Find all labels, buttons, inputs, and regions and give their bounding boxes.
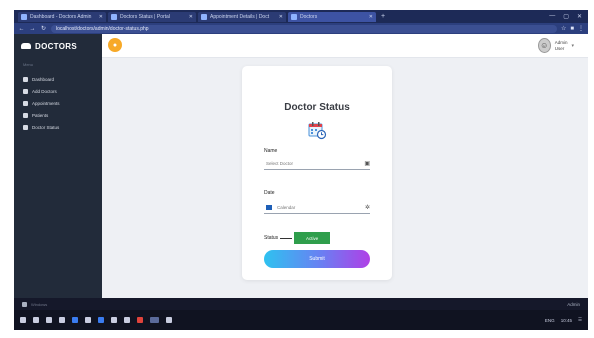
menu-caption: Menu — [23, 62, 34, 67]
tab-title: Doctors — [300, 13, 318, 20]
status-icon — [23, 124, 28, 130]
footer-left: Windows — [22, 301, 48, 307]
sidebar: DOCTORS Menu Dashboard Add Doctors Appoi… — [14, 34, 102, 298]
avatar: ☺ — [537, 38, 551, 53]
maximize-button[interactable]: ▢ — [563, 13, 569, 20]
extensions-icon[interactable]: ■ — [570, 26, 574, 32]
browser-tab-active[interactable]: Doctors ✕ — [288, 11, 376, 22]
forward-icon[interactable]: → — [29, 26, 36, 32]
menu-toggle-icon[interactable]: ● — [108, 38, 122, 52]
user-menu[interactable]: ☺ Admin User ▾ — [537, 38, 574, 53]
minimize-button[interactable]: — — [549, 13, 555, 20]
system-tray: ENG 10:45 ☰ — [545, 317, 582, 323]
store-icon[interactable] — [85, 317, 91, 323]
tab-title: Appointment Details | Doct — [210, 13, 270, 20]
window-controls: — ▢ ✕ — [549, 13, 588, 20]
windows-icon[interactable] — [22, 301, 27, 307]
browser-tab[interactable]: Doctors Status | Portal ✕ — [108, 11, 196, 22]
user-info: Admin User — [555, 40, 568, 52]
back-icon[interactable]: ← — [18, 26, 25, 32]
browser-icon[interactable] — [72, 317, 78, 323]
footer-bar: Windows Admin — [14, 298, 588, 310]
chevron-down-icon: ▾ — [571, 42, 574, 49]
close-icon[interactable]: ✕ — [189, 14, 193, 20]
brand-logo[interactable]: DOCTORS — [14, 34, 102, 58]
close-icon[interactable]: ✕ — [279, 14, 283, 20]
close-window-button[interactable]: ✕ — [577, 13, 582, 20]
browser-tab[interactable]: Dashboard - Doctors Admin ✕ — [18, 11, 106, 22]
home-icon — [23, 76, 28, 82]
sidebar-item-add-doctors[interactable]: Add Doctors — [14, 85, 102, 97]
address-bar: ← → ↻ localhost/doctors/admin/doctor-sta… — [14, 23, 588, 34]
browser-tab-bar: Dashboard - Doctors Admin ✕ Doctors Stat… — [14, 10, 588, 23]
folder-icon[interactable] — [59, 317, 65, 323]
edge-icon[interactable] — [98, 317, 104, 323]
sidebar-item-label: Add Doctors — [32, 88, 57, 94]
browser-menu-icon[interactable]: ⋮ — [578, 25, 584, 32]
name-label: Name — [264, 148, 278, 154]
favicon-icon — [291, 13, 297, 20]
top-header: ● ☺ Admin User ▾ — [102, 34, 588, 58]
new-tab-button[interactable]: + — [378, 12, 388, 22]
task-view-icon[interactable] — [46, 317, 52, 323]
favicon-icon — [21, 13, 27, 20]
bookmark-icon[interactable]: ☆ — [561, 25, 566, 32]
code-editor-icon[interactable] — [124, 317, 130, 323]
status-row: Status Active — [264, 232, 331, 244]
sidebar-item-label: Appointments — [32, 100, 60, 106]
users-icon — [23, 112, 28, 118]
sidebar-item-label: Doctor Status — [32, 124, 60, 130]
settings-icon: ✲ — [364, 205, 370, 211]
search-icon[interactable] — [33, 317, 39, 323]
sidebar-item-patients[interactable]: Patients — [14, 109, 102, 121]
tab-title: Dashboard - Doctors Admin — [30, 13, 92, 20]
logo-icon — [21, 43, 31, 49]
doctor-select-value: Select Doctor — [266, 161, 294, 166]
active-app-icon[interactable] — [150, 317, 159, 323]
terminal-icon[interactable] — [166, 317, 172, 323]
doctor-select[interactable]: Select Doctor ▣ — [264, 158, 370, 170]
language-indicator[interactable]: ENG — [545, 318, 555, 323]
status-toggle-button[interactable]: Active — [294, 232, 331, 244]
start-icon[interactable] — [20, 317, 26, 323]
user-role: User — [554, 45, 565, 51]
footer-right-text: Admin — [567, 301, 580, 307]
calendar-icon — [308, 122, 327, 140]
media-icon[interactable] — [137, 317, 143, 323]
calendar-small-icon — [266, 205, 272, 210]
taskbar: ENG 10:45 ☰ — [14, 310, 588, 330]
sidebar-item-label: Patients — [32, 112, 49, 118]
close-icon[interactable]: ✕ — [369, 14, 373, 20]
plus-icon — [23, 88, 28, 94]
screen: Dashboard - Doctors Admin ✕ Doctors Stat… — [14, 10, 588, 330]
reload-icon[interactable]: ↻ — [40, 25, 47, 32]
status-label: Status — [264, 235, 279, 241]
mail-icon[interactable] — [111, 317, 117, 323]
doctor-status-card: Doctor Status Name Select Doctor ▣ Date … — [242, 66, 392, 280]
footer-left-text: Windows — [31, 301, 48, 307]
calendar-icon — [23, 100, 28, 106]
tab-title: Doctors Status | Portal — [120, 13, 170, 20]
brand-name: DOCTORS — [35, 41, 77, 51]
favicon-icon — [201, 13, 207, 20]
sidebar-item-dashboard[interactable]: Dashboard — [14, 73, 102, 85]
close-icon[interactable]: ✕ — [99, 14, 103, 20]
favicon-icon — [111, 13, 117, 20]
sidebar-item-label: Dashboard — [32, 76, 55, 82]
page-title: Doctor Status — [284, 102, 350, 113]
date-field-value: Calendar — [277, 205, 296, 210]
user-name: Admin — [554, 39, 568, 45]
sidebar-item-doctor-status[interactable]: Doctor Status — [14, 121, 102, 133]
user-icon: ▣ — [364, 161, 370, 167]
notifications-icon[interactable]: ☰ — [578, 317, 582, 323]
url-input[interactable]: localhost/doctors/admin/doctor-status.ph… — [51, 24, 557, 33]
date-label: Date — [264, 190, 275, 196]
status-divider — [280, 237, 293, 239]
clock[interactable]: 10:45 — [561, 318, 572, 323]
browser-tab[interactable]: Appointment Details | Doct ✕ — [198, 11, 286, 22]
submit-button[interactable]: Submit — [264, 250, 370, 268]
sidebar-item-appointments[interactable]: Appointments — [14, 97, 102, 109]
date-field[interactable]: Calendar ✲ — [264, 202, 370, 214]
